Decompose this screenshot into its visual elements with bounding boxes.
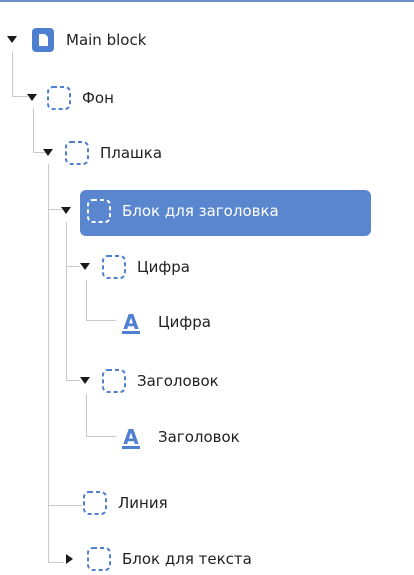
tree-row-zagolovok-group[interactable]: Заголовок: [79, 368, 219, 394]
connector-line: [48, 562, 64, 563]
connector-line: [86, 394, 87, 436]
connector-line: [48, 505, 82, 506]
expand-toggle-icon[interactable]: [26, 92, 38, 104]
connector-line: [86, 320, 116, 321]
expand-toggle-icon[interactable]: [6, 34, 18, 46]
tree-row-main-block[interactable]: Main block: [6, 27, 146, 53]
tree-row-label: Блок для заголовка: [122, 202, 279, 220]
frame-icon: [86, 546, 112, 572]
tree-row-label: Заголовок: [137, 372, 219, 390]
panel-top-border: [0, 0, 414, 2]
connector-line: [33, 108, 34, 152]
connector-line: [48, 164, 49, 562]
tree-row-label: Заголовок: [158, 428, 240, 446]
text-layer-icon: A: [118, 309, 144, 335]
tree-row-label: Блок для текста: [122, 550, 252, 568]
frame-icon: [86, 198, 112, 224]
frame-icon: [46, 85, 72, 111]
expand-toggle-icon[interactable]: [42, 147, 54, 159]
tree-row-label: Плашка: [100, 144, 163, 162]
tree-row-cifra-text[interactable]: A Цифра: [118, 309, 211, 335]
tree-row-label: Фон: [82, 89, 114, 107]
text-layer-icon: A: [118, 424, 144, 450]
svg-text:A: A: [123, 310, 139, 334]
connector-line: [66, 380, 80, 381]
tree-row-label: Цифра: [158, 313, 211, 331]
document-icon: [30, 27, 56, 53]
tree-row-blok-teksta[interactable]: Блок для текста: [64, 546, 252, 572]
connector-line: [86, 436, 116, 437]
tree-row-label: Линия: [118, 494, 168, 512]
tree-row-label: Main block: [66, 31, 147, 49]
tree-row-blok-zagolovka[interactable]: Блок для заголовка: [60, 198, 279, 224]
collapse-toggle-icon[interactable]: [64, 553, 76, 565]
expand-toggle-icon[interactable]: [79, 261, 91, 273]
svg-text:A: A: [123, 425, 139, 449]
connector-line: [66, 222, 67, 380]
frame-icon: [82, 490, 108, 516]
expand-toggle-icon[interactable]: [60, 205, 72, 217]
tree-row-label: Цифра: [137, 258, 190, 276]
tree-row-zagolovok-text[interactable]: A Заголовок: [118, 424, 240, 450]
frame-icon: [101, 368, 127, 394]
tree-row-cifra-group[interactable]: Цифра: [79, 254, 190, 280]
tree-row-fon[interactable]: Фон: [26, 85, 114, 111]
connector-line: [66, 266, 80, 267]
connector-line: [86, 280, 87, 320]
tree-row-liniya[interactable]: Линия: [82, 490, 168, 516]
expand-toggle-icon[interactable]: [79, 375, 91, 387]
connector-line: [12, 52, 13, 96]
frame-icon: [101, 254, 127, 280]
layers-tree-panel: Main block Фон Плашка Блок для заголовка…: [0, 0, 414, 575]
tree-row-plashka[interactable]: Плашка: [42, 140, 162, 166]
frame-icon: [64, 140, 90, 166]
